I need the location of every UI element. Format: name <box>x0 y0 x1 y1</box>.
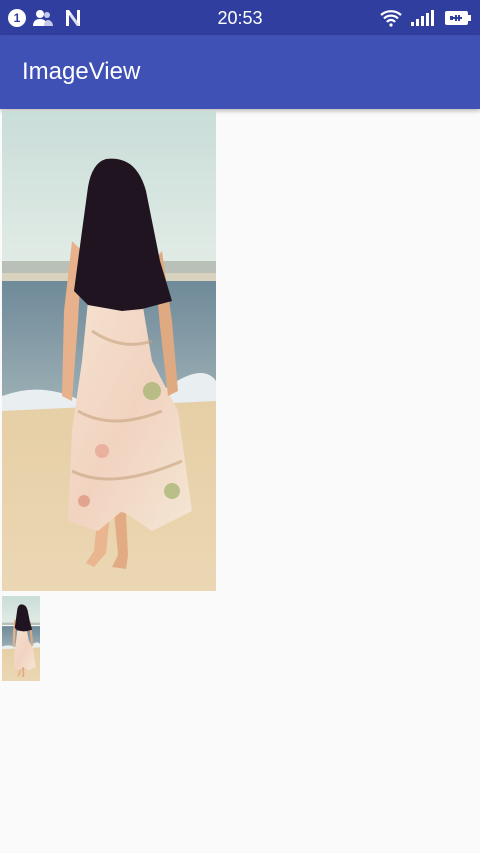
beach-photo-illustration <box>2 111 216 591</box>
signal-icon <box>411 10 434 26</box>
battery-charging-icon <box>445 11 471 25</box>
photo-thumbnail <box>2 596 40 681</box>
wifi-icon <box>380 10 402 27</box>
beach-photo-thumbnail-illustration <box>2 596 40 681</box>
app-bar: ImageView <box>0 35 480 109</box>
status-right-icons <box>380 6 472 30</box>
status-bar: 1 20:53 <box>0 0 480 35</box>
photo-large <box>2 111 216 591</box>
page-title: ImageView <box>22 58 141 85</box>
